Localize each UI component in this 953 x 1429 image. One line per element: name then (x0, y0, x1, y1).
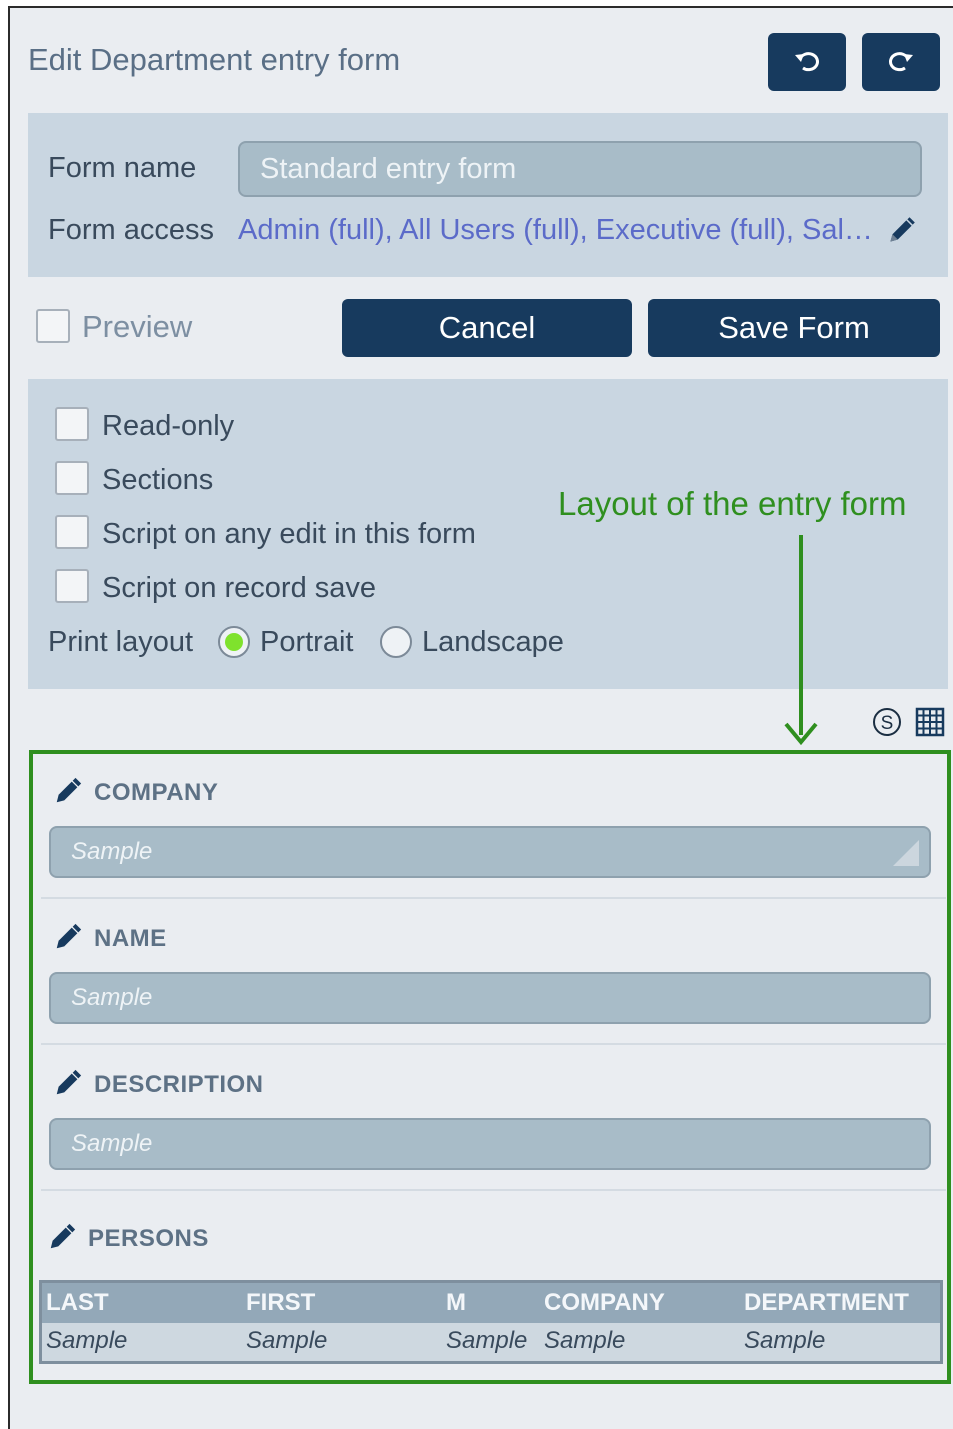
script-on-edit-checkbox[interactable] (55, 515, 89, 549)
pencil-icon[interactable] (53, 922, 83, 952)
layout-annotation: Layout of the entry form (558, 485, 907, 522)
undo-icon (795, 52, 819, 72)
print-layout-label: Print layout (48, 626, 194, 658)
form-name-label: Form name (48, 152, 197, 184)
column-header-m[interactable]: M (446, 1283, 466, 1323)
column-header-department[interactable]: DEPARTMENT (744, 1283, 909, 1323)
column-header-first[interactable]: FIRST (246, 1283, 315, 1323)
table-cell: Sample (544, 1327, 626, 1354)
annotation-arrow-head-icon (784, 722, 818, 746)
field-divider (41, 1043, 946, 1045)
table-cell: Sample (246, 1327, 328, 1354)
grid-table-icon[interactable] (914, 706, 946, 738)
script-on-save-checkbox[interactable] (55, 569, 89, 603)
redo-icon (889, 52, 913, 72)
field-divider (41, 1189, 946, 1191)
preview-checkbox[interactable] (36, 309, 70, 343)
readonly-checkbox[interactable] (55, 407, 89, 441)
table-cell: Sample (744, 1327, 826, 1354)
page-title: Edit Department entry form (28, 42, 401, 77)
dropdown-triangle-icon (893, 840, 919, 866)
table-cell: Sample (446, 1327, 528, 1354)
table-cell: Sample (46, 1327, 128, 1354)
pencil-icon[interactable] (47, 1222, 77, 1252)
portrait-label: Portrait (260, 626, 354, 658)
pencil-icon[interactable] (53, 776, 83, 806)
company-placeholder: Sample (71, 838, 153, 865)
entry-form-layout: COMPANY Sample NAME Sample DESCRIPTION S… (29, 750, 951, 1384)
form-access-label: Form access (48, 214, 214, 246)
save-form-button[interactable]: Save Form (648, 299, 940, 357)
field-divider (41, 897, 946, 899)
name-input[interactable]: Sample (49, 972, 931, 1024)
undo-button[interactable] (768, 33, 846, 91)
column-header-last[interactable]: LAST (46, 1283, 109, 1323)
landscape-radio[interactable] (380, 626, 412, 658)
form-access-link[interactable]: Admin (full), All Users (full), Executiv… (238, 214, 873, 247)
edit-access-pencil-icon[interactable] (884, 214, 918, 248)
radio-selected-dot (225, 633, 243, 651)
annotation-arrow-shaft (799, 535, 803, 735)
sections-checkbox[interactable] (55, 461, 89, 495)
field-title-description: DESCRIPTION (94, 1071, 264, 1098)
readonly-label: Read-only (102, 410, 235, 442)
description-input[interactable]: Sample (49, 1118, 931, 1170)
preview-label: Preview (82, 309, 193, 344)
portrait-radio[interactable] (218, 626, 250, 658)
pencil-icon[interactable] (53, 1068, 83, 1098)
form-name-input[interactable]: Standard entry form (238, 141, 922, 197)
persons-table[interactable]: LAST FIRST M COMPANY DEPARTMENT Sample S… (39, 1280, 943, 1364)
company-dropdown[interactable]: Sample (49, 826, 931, 878)
redo-button[interactable] (862, 33, 940, 91)
field-title-persons: PERSONS (88, 1225, 209, 1252)
sections-label: Sections (102, 464, 214, 496)
field-title-company: COMPANY (94, 779, 219, 806)
script-on-edit-label: Script on any edit in this form (102, 518, 476, 550)
svg-text:S: S (881, 713, 894, 734)
column-header-company[interactable]: COMPANY (544, 1283, 665, 1323)
cancel-button[interactable]: Cancel (342, 299, 632, 357)
script-s-icon[interactable]: S (871, 706, 903, 738)
script-on-save-label: Script on record save (102, 572, 377, 604)
landscape-label: Landscape (422, 626, 564, 658)
field-title-name: NAME (94, 925, 167, 952)
